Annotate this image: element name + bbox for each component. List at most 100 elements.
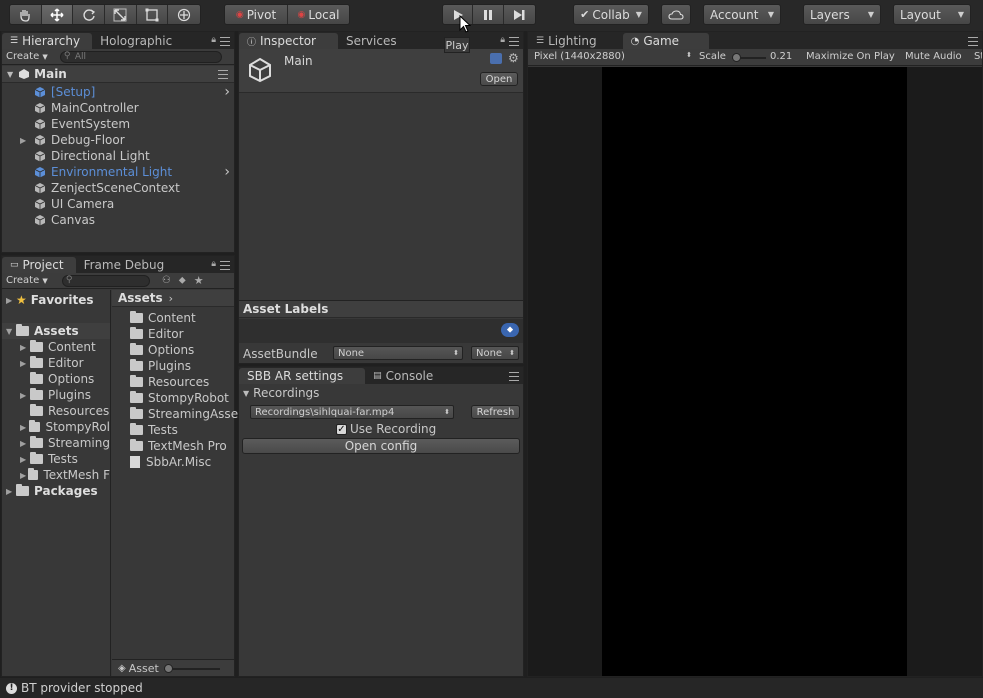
layout-dropdown[interactable]: Layout ▼ <box>893 4 971 25</box>
lock-icon[interactable]: 🔒︎ <box>211 259 216 269</box>
hierarchy-search-input[interactable]: ⚲ All <box>59 50 222 63</box>
open-config-button[interactable]: Open config <box>242 438 520 454</box>
hierarchy-item[interactable]: Canvas <box>2 212 234 228</box>
tab-console[interactable]: ▤ Console <box>365 368 445 384</box>
project-file-item[interactable]: Content <box>130 310 196 326</box>
settings-gear-icon[interactable]: ⚙ <box>508 51 519 65</box>
scene-header[interactable]: ▼ Main <box>2 66 234 83</box>
tree-folder[interactable]: ▶ StompyRol <box>2 419 110 435</box>
favorite-star-icon[interactable]: ★ <box>194 274 204 287</box>
chevron-right-icon[interactable]: › <box>224 84 230 100</box>
tree-folder[interactable]: ▶ Editor <box>2 355 110 371</box>
project-file-item[interactable]: StreamingAsset <box>130 406 243 422</box>
tree-packages[interactable]: ▶ Packages <box>2 483 110 499</box>
rect-tool-button[interactable] <box>136 5 169 24</box>
cloud-button[interactable] <box>661 4 691 25</box>
project-file-item[interactable]: Plugins <box>130 358 191 374</box>
collab-button[interactable]: ✔ Collab ▼ <box>573 4 649 25</box>
scale-slider-handle[interactable] <box>732 53 741 62</box>
step-button[interactable] <box>503 5 535 24</box>
stats-toggle[interactable]: St <box>974 51 982 62</box>
tree-folder[interactable]: ▶ Tests <box>2 451 110 467</box>
layers-dropdown[interactable]: Layers ▼ <box>803 4 881 25</box>
project-search-input[interactable]: ⚲ <box>61 274 150 287</box>
scale-tool-button[interactable] <box>105 5 137 24</box>
expand-arrow-icon[interactable]: ▶ <box>20 455 30 464</box>
expand-arrow-icon[interactable]: ▶ <box>20 391 30 400</box>
project-file-item[interactable]: Editor <box>130 326 184 342</box>
tab-holographic[interactable]: Holographic <box>92 33 184 49</box>
asset-labels-header[interactable]: Asset Labels <box>239 300 523 318</box>
local-button[interactable]: ◉ Local <box>287 5 349 24</box>
lock-icon[interactable]: 🔒︎ <box>500 35 505 45</box>
hierarchy-item[interactable]: ZenjectSceneContext <box>2 180 234 196</box>
refresh-button[interactable]: Refresh <box>471 405 520 419</box>
panel-menu-icon[interactable] <box>220 261 230 270</box>
tab-lighting[interactable]: ☰ Lighting <box>528 33 623 49</box>
panel-menu-icon[interactable] <box>220 37 230 46</box>
chevron-right-icon[interactable]: › <box>224 164 230 180</box>
hierarchy-item[interactable]: Directional Light <box>2 148 234 164</box>
transform-tool-button[interactable] <box>168 5 200 24</box>
project-file-item[interactable]: Options <box>130 342 194 358</box>
expand-arrow-icon[interactable]: ▶ <box>20 359 30 368</box>
tab-game[interactable]: ◔ Game <box>622 33 710 49</box>
tree-folder[interactable]: ▶ TextMesh F <box>2 467 110 483</box>
assetbundle-variant-dropdown[interactable]: None ⬍ <box>471 346 519 360</box>
maximize-on-play-toggle[interactable]: Maximize On Play <box>806 51 895 62</box>
project-file-item[interactable]: Resources <box>130 374 209 390</box>
expand-arrow-icon[interactable]: ▶ <box>6 487 16 496</box>
lock-icon[interactable]: 🔒︎ <box>211 35 216 45</box>
tree-folder[interactable]: Resources <box>2 403 110 419</box>
tree-favorites[interactable]: ▶ ★ Favorites <box>2 292 110 308</box>
expand-arrow-icon[interactable]: ▶ <box>20 423 29 432</box>
breadcrumb-assets[interactable]: Assets <box>118 291 163 305</box>
filter-type-icon[interactable]: ⚇ <box>162 275 171 286</box>
scene-menu-icon[interactable] <box>218 70 228 79</box>
assetbundle-dropdown[interactable]: None ⬍ <box>333 346 463 360</box>
zoom-slider-handle[interactable] <box>164 664 173 673</box>
project-file-item[interactable]: SbbAr.Misc <box>130 454 211 470</box>
expand-arrow-icon[interactable]: ▶ <box>6 296 16 305</box>
expand-arrow-icon[interactable]: ▶ <box>20 343 30 352</box>
project-file-item[interactable]: Tests <box>130 422 178 438</box>
tree-folder[interactable]: Options <box>2 371 110 387</box>
panel-menu-icon[interactable] <box>968 37 978 46</box>
open-button[interactable]: Open <box>480 72 518 86</box>
expand-arrow-icon[interactable]: ▶ <box>20 136 30 145</box>
help-icon[interactable] <box>490 53 502 64</box>
use-recording-toggle[interactable]: ✓ Use Recording <box>336 422 436 436</box>
create-dropdown[interactable]: Create ▼ <box>2 275 52 286</box>
mute-audio-toggle[interactable]: Mute Audio <box>905 51 962 62</box>
recording-file-dropdown[interactable]: Recordings\sihlquai-far.mp4 ⬍ <box>250 405 454 419</box>
hand-tool-button[interactable] <box>10 5 42 24</box>
expand-arrow-icon[interactable]: ▶ <box>20 439 30 448</box>
pivot-button[interactable]: ◉ Pivot <box>225 5 288 24</box>
hierarchy-item[interactable]: EventSystem <box>2 116 234 132</box>
hierarchy-item[interactable]: UI Camera <box>2 196 234 212</box>
tree-folder[interactable]: ▶ Content <box>2 339 110 355</box>
pause-button[interactable] <box>473 5 504 24</box>
rotate-tool-button[interactable] <box>73 5 106 24</box>
status-message[interactable]: BT provider stopped <box>21 681 143 695</box>
tree-assets[interactable]: ▼ Assets <box>2 323 110 339</box>
use-recording-checkbox[interactable]: ✓ <box>336 423 347 435</box>
hierarchy-item[interactable]: [Setup] › <box>2 84 234 100</box>
hierarchy-item[interactable]: ▶ Debug-Floor <box>2 132 234 148</box>
game-viewport[interactable] <box>602 67 907 676</box>
project-file-item[interactable]: StompyRobot <box>130 390 229 406</box>
label-tag-icon[interactable]: ⬥ <box>501 323 519 337</box>
tab-hierarchy[interactable]: ☰ Hierarchy <box>2 33 93 49</box>
expand-arrow-icon[interactable]: ▼ <box>6 327 16 336</box>
project-file-item[interactable]: TextMesh Pro <box>130 438 227 454</box>
tab-project[interactable]: ▭ Project <box>2 257 76 273</box>
tab-frame-debug[interactable]: Frame Debug <box>76 257 177 273</box>
label-tag-icon[interactable]: ⬥ <box>179 275 186 286</box>
hierarchy-item[interactable]: Environmental Light › <box>2 164 234 180</box>
resolution-dropdown[interactable]: Pixel (1440x2880) ⬍ <box>534 51 692 62</box>
hierarchy-item[interactable]: MainController <box>2 100 234 116</box>
tab-sbb-ar-settings[interactable]: SBB AR settings <box>239 368 366 384</box>
tab-services[interactable]: Services <box>338 33 409 49</box>
panel-menu-icon[interactable] <box>509 37 519 46</box>
create-dropdown[interactable]: Create ▼ <box>2 51 52 62</box>
